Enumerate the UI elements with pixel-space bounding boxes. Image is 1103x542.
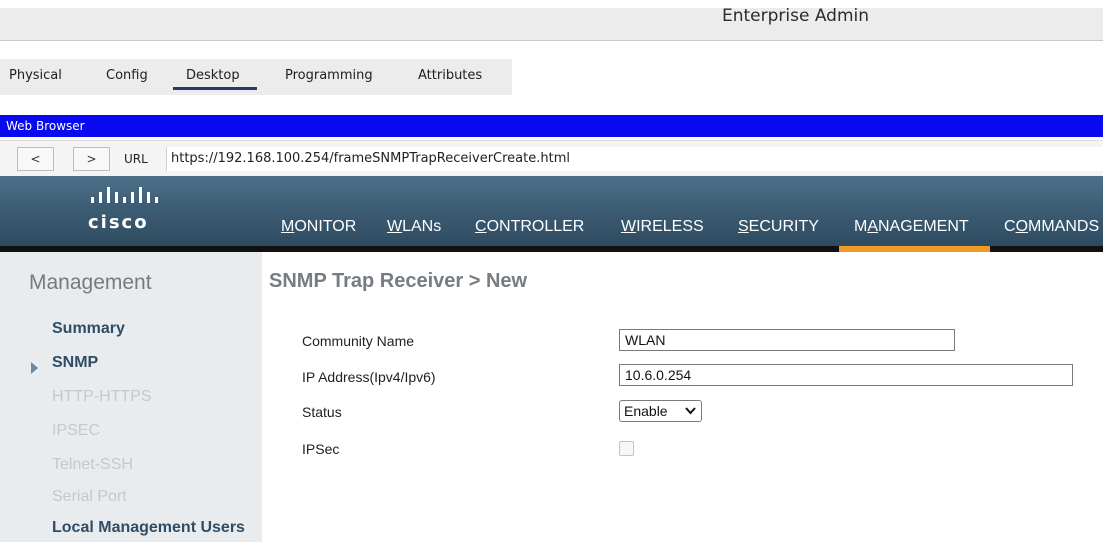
sidebar-item-serial-port[interactable]: Serial Port [52, 488, 127, 506]
tab-config[interactable]: Config [106, 68, 148, 83]
cisco-bars-icon [91, 187, 158, 203]
forward-button[interactable]: > [73, 147, 110, 171]
community-name-input[interactable]: WLAN [619, 329, 955, 351]
url-bar: < > URL https://192.168.100.254/frameSNM… [0, 140, 1103, 176]
cisco-logo: cisco [88, 186, 188, 233]
community-name-label: Community Name [302, 333, 415, 349]
url-label: URL [124, 152, 148, 166]
tab-attributes[interactable]: Attributes [418, 68, 482, 83]
selected-arrow-icon [31, 362, 38, 374]
cisco-wordmark: cisco [88, 212, 149, 233]
sidebar-item-snmp[interactable]: SNMP [52, 354, 98, 372]
back-button[interactable]: < [17, 147, 54, 171]
status-select-value: Enable [624, 403, 668, 419]
menu-controller[interactable]: CONTROLLER [475, 218, 584, 236]
ip-address-input[interactable]: 10.6.0.254 [619, 364, 1073, 386]
menu-wireless[interactable]: WIRELESS [621, 218, 704, 236]
sidebar-item-ipsec[interactable]: IPSEC [52, 422, 100, 440]
device-tabbar: Physical Config Desktop Programming Attr… [0, 59, 512, 95]
menu-wlans[interactable]: WLANs [387, 218, 441, 236]
page-title: SNMP Trap Receiver > New [269, 270, 528, 292]
tabbar-filler [512, 59, 1103, 95]
spacer [0, 41, 1103, 59]
ipsec-label: IPSec [302, 441, 340, 457]
menu-management[interactable]: MANAGEMENT [854, 218, 969, 236]
status-select[interactable]: Enable [619, 400, 702, 422]
top-strip [0, 0, 1103, 8]
sidebar-title: Management [29, 271, 152, 294]
tab-programming[interactable]: Programming [285, 68, 373, 83]
menu-security[interactable]: SECURITY [738, 218, 819, 236]
menu-monitor[interactable]: MONITOR [281, 218, 356, 236]
tab-desktop[interactable]: Desktop [173, 68, 257, 90]
spacer [0, 95, 1103, 109]
cisco-header: cisco MONITOR WLANs CONTROLLER WIRELESS … [0, 176, 1103, 246]
tab-physical[interactable]: Physical [9, 68, 62, 83]
sidebar-item-telnet-ssh[interactable]: Telnet-SSH [52, 456, 133, 474]
sidebar-item-http-https[interactable]: HTTP-HTTPS [52, 388, 152, 406]
url-input[interactable]: https://192.168.100.254/frameSNMPTrapRec… [166, 147, 1103, 171]
chevron-down-icon [685, 407, 696, 415]
sidebar-item-summary[interactable]: Summary [52, 320, 125, 338]
ipsec-checkbox[interactable] [619, 441, 634, 456]
browser-title: Web Browser [0, 115, 1103, 137]
window-titlebar: Enterprise Admin [0, 6, 1103, 41]
main-content: SNMP Trap Receiver > New Community Name … [262, 252, 1103, 542]
menu-commands[interactable]: COMMANDS [1004, 218, 1099, 236]
sidebar-item-local-management-users[interactable]: Local Management Users [52, 519, 245, 537]
management-sidebar: Management Summary SNMP HTTP-HTTPS IPSEC… [0, 252, 262, 542]
ip-address-label: IP Address(Ipv4/Ipv6) [302, 369, 436, 385]
window-title: Enterprise Admin [722, 6, 870, 26]
status-label: Status [302, 404, 342, 420]
